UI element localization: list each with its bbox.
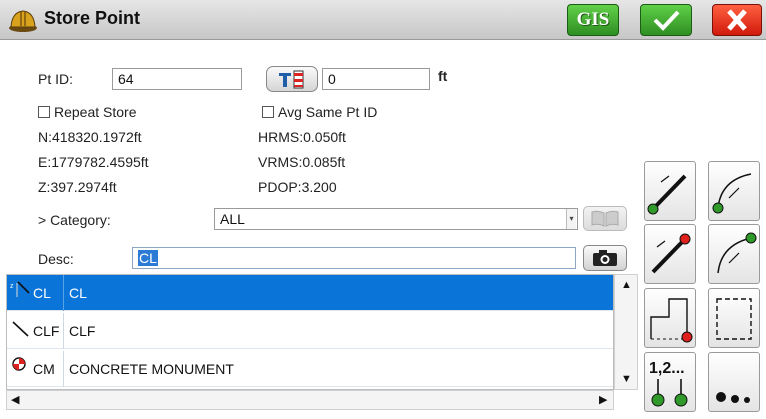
desc-input[interactable]: CL bbox=[132, 247, 576, 269]
list-horizontal-scrollbar[interactable]: ◀ ▶ bbox=[6, 390, 614, 410]
pt-id-input[interactable]: 64 bbox=[112, 68, 242, 90]
desc-value: CL bbox=[138, 250, 158, 266]
easting-value: E:1779782.4595ft bbox=[38, 154, 149, 170]
code-cell: CM bbox=[33, 361, 55, 377]
line-end-button[interactable] bbox=[644, 224, 696, 284]
arc-end-button[interactable] bbox=[708, 224, 760, 284]
close-button[interactable] bbox=[712, 4, 762, 36]
close-shape-icon bbox=[650, 298, 693, 343]
sequence-button[interactable]: 1,2... bbox=[644, 352, 696, 412]
code-cell: CL bbox=[33, 285, 51, 301]
close-shape-button[interactable] bbox=[644, 288, 696, 348]
code-cell: CLF bbox=[33, 323, 60, 339]
vrms-value: VRMS:0.085ft bbox=[258, 154, 346, 170]
avg-same-pt-checkbox[interactable]: Avg Same Pt ID bbox=[262, 104, 377, 120]
offset-unit: ft bbox=[438, 68, 448, 84]
column-divider bbox=[63, 275, 64, 311]
line-start-button[interactable] bbox=[644, 161, 696, 221]
column-divider bbox=[63, 351, 64, 387]
camera-button[interactable] bbox=[583, 245, 627, 271]
scroll-down-arrow-icon[interactable]: ▼ bbox=[621, 374, 632, 385]
book-icon bbox=[591, 210, 619, 227]
code-list: z CL CL CLF CLF CM CONCRETE MONUMENT bbox=[6, 274, 614, 390]
rect-shape-button[interactable] bbox=[708, 288, 760, 348]
category-select[interactable]: ALL bbox=[214, 208, 578, 230]
rect-shape-icon bbox=[716, 298, 752, 340]
line-start-icon bbox=[647, 174, 687, 215]
sequence-label: 1,2... bbox=[649, 360, 685, 377]
scroll-left-arrow-icon[interactable]: ◀ bbox=[11, 395, 19, 406]
list-vertical-scrollbar[interactable]: ▲ ▼ bbox=[614, 274, 638, 390]
arc-start-icon bbox=[712, 173, 752, 214]
monument-icon bbox=[12, 357, 26, 371]
category-book-button[interactable] bbox=[583, 206, 627, 231]
hard-hat-icon bbox=[9, 10, 37, 32]
category-dropdown-arrow[interactable]: ▾ bbox=[566, 209, 576, 229]
stake-rod-button[interactable] bbox=[266, 66, 318, 92]
scroll-right-arrow-icon[interactable]: ▶ bbox=[599, 395, 607, 406]
ok-button[interactable] bbox=[640, 4, 692, 36]
checkbox-box[interactable] bbox=[262, 106, 274, 118]
northing-value: N:418320.1972ft bbox=[38, 129, 142, 145]
list-item[interactable]: CLF CLF bbox=[7, 313, 613, 349]
repeat-store-label: Repeat Store bbox=[54, 104, 137, 120]
list-item[interactable]: z CL CL bbox=[7, 275, 613, 311]
code-name-cell: CLF bbox=[69, 323, 96, 339]
list-item[interactable]: CM CONCRETE MONUMENT bbox=[7, 351, 613, 387]
desc-label: Desc: bbox=[38, 251, 74, 267]
svg-text:z: z bbox=[10, 283, 14, 290]
repeat-store-checkbox[interactable]: Repeat Store bbox=[38, 104, 137, 120]
code-name-cell: CL bbox=[69, 285, 87, 301]
camera-icon bbox=[593, 250, 617, 266]
pt-id-label: Pt ID: bbox=[38, 71, 74, 87]
scroll-up-arrow-icon[interactable]: ▲ bbox=[621, 280, 632, 291]
sequence-icon: 1,2... bbox=[649, 360, 688, 407]
title-bar: Store Point GIS bbox=[0, 0, 766, 40]
category-value: ALL bbox=[220, 211, 245, 227]
line-end-icon bbox=[651, 233, 691, 274]
avg-same-label: Avg Same Pt ID bbox=[278, 104, 378, 120]
column-divider bbox=[63, 313, 64, 349]
arc-end-icon bbox=[717, 232, 757, 274]
code-name-cell: CONCRETE MONUMENT bbox=[69, 361, 234, 377]
category-label[interactable]: > Category: bbox=[38, 212, 111, 228]
arc-start-button[interactable] bbox=[708, 161, 760, 221]
pdop-value: PDOP:3.200 bbox=[258, 179, 337, 195]
hrms-value: HRMS:0.050ft bbox=[258, 129, 346, 145]
more-icon bbox=[716, 392, 750, 403]
close-icon bbox=[727, 9, 747, 31]
elevation-value: Z:397.2974ft bbox=[38, 179, 117, 195]
offset-input[interactable]: 0 bbox=[322, 68, 430, 90]
more-options-button[interactable] bbox=[708, 352, 760, 412]
rod-icon bbox=[279, 70, 304, 89]
window-title: Store Point bbox=[44, 8, 141, 28]
line-code-icon: z bbox=[10, 281, 30, 297]
checkmark-icon bbox=[653, 10, 680, 31]
checkbox-box[interactable] bbox=[38, 106, 50, 118]
line-code-icon bbox=[12, 321, 29, 337]
gis-button[interactable]: GIS bbox=[567, 4, 619, 36]
